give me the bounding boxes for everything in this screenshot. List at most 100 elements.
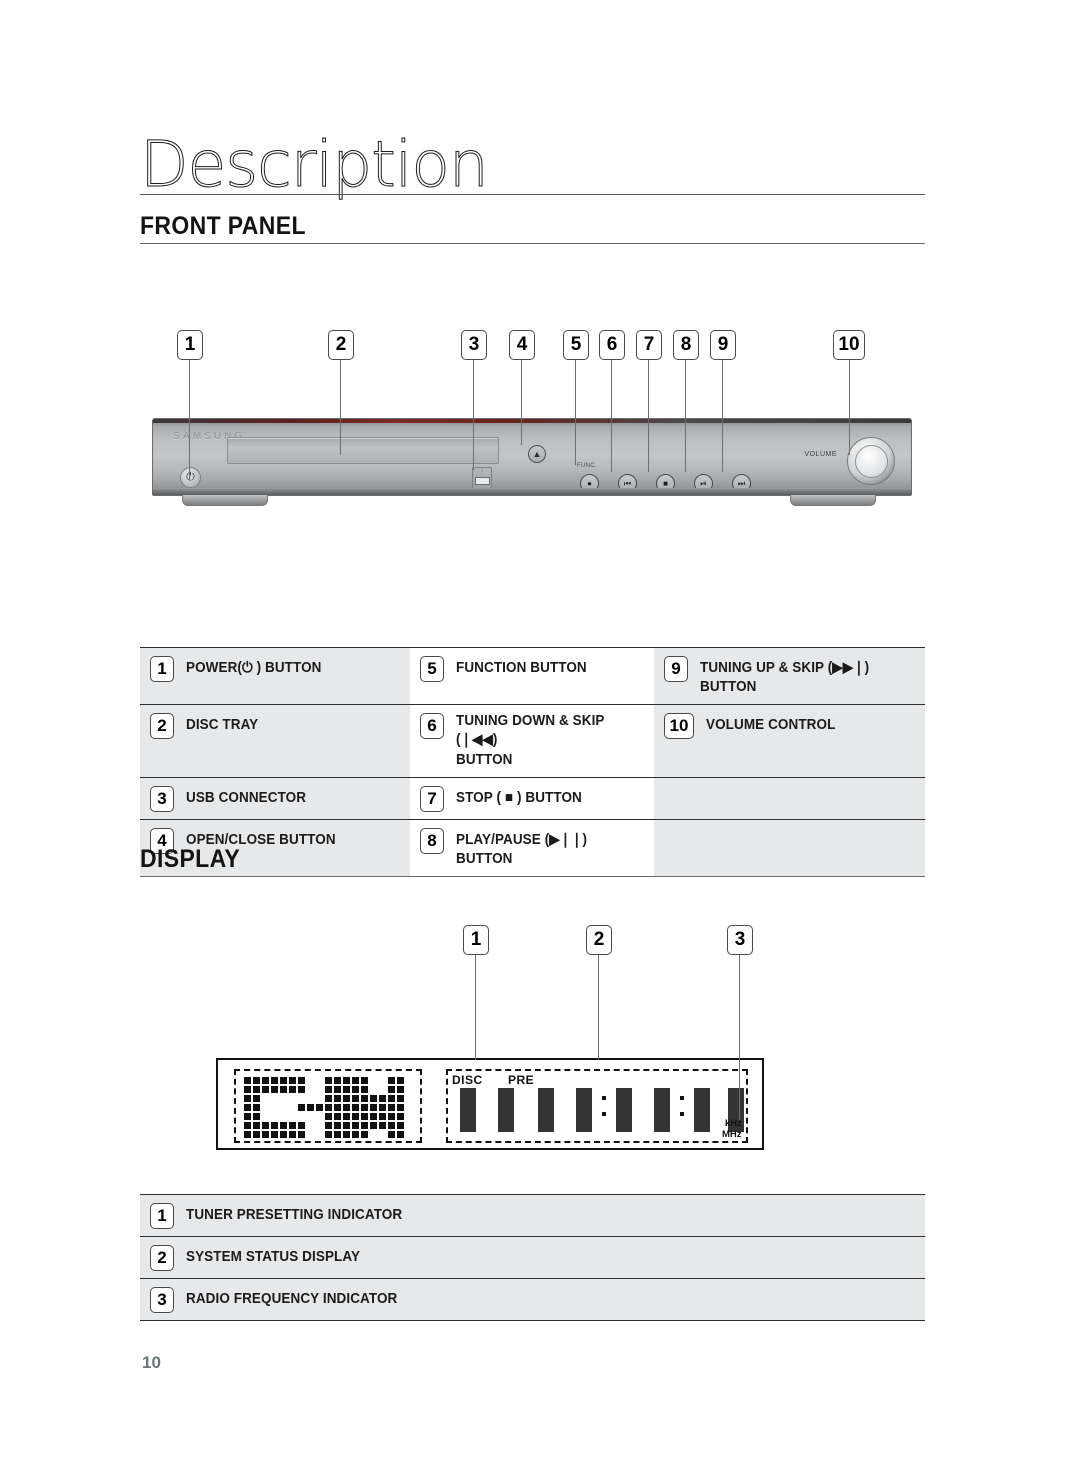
legend-cell-6: 6 TUNING DOWN & SKIP (❘◀◀) BUTTON	[410, 705, 654, 777]
matrix-pixel	[280, 1086, 287, 1093]
display-leader-2	[598, 955, 600, 1060]
device-bottom-edge	[153, 488, 911, 495]
matrix-pixel	[379, 1086, 386, 1093]
table-row: 2 SYSTEM STATUS DISPLAY	[140, 1237, 925, 1279]
display-callout-3: 3	[727, 925, 753, 955]
matrix-pixel	[415, 1122, 422, 1129]
matrix-pixel	[325, 1086, 332, 1093]
matrix-pixel	[316, 1113, 323, 1120]
leader-line-5	[575, 360, 577, 465]
matrix-pixel	[361, 1104, 368, 1111]
display-legend-cell-2: 2 SYSTEM STATUS DISPLAY	[140, 1237, 925, 1278]
matrix-pixel	[316, 1086, 323, 1093]
matrix-pixel	[352, 1113, 359, 1120]
matrix-pixel	[262, 1122, 269, 1129]
matrix-pixel	[370, 1131, 377, 1138]
matrix-pixel	[406, 1095, 413, 1102]
matrix-pixel	[361, 1077, 368, 1084]
matrix-pixel	[406, 1104, 413, 1111]
legend-cell-1: 1 POWER(⏻ ) BUTTON	[140, 648, 410, 705]
eject-icon[interactable]: ▲	[528, 445, 546, 463]
matrix-pixel	[406, 1113, 413, 1120]
matrix-pixel	[289, 1086, 296, 1093]
matrix-pixel	[334, 1113, 341, 1120]
legend-number: 2	[150, 713, 174, 740]
matrix-pixel	[334, 1131, 341, 1138]
matrix-pixel	[388, 1095, 395, 1102]
display-callout-2: 2	[586, 925, 612, 955]
matrix-pixel	[388, 1104, 395, 1111]
table-row: 4 OPEN/CLOSE BUTTON 8 PLAY/PAUSE (▶❘❘) B…	[140, 819, 925, 876]
matrix-pixel	[307, 1086, 314, 1093]
diagram-callout-3: 3	[461, 330, 487, 360]
matrix-pixel	[244, 1122, 251, 1129]
legend-number: 2	[150, 1245, 174, 1271]
matrix-pixel	[379, 1104, 386, 1111]
diagram-callout-10: 10	[833, 330, 865, 360]
leader-line-3	[473, 360, 475, 470]
legend-number: 7	[420, 785, 444, 812]
matrix-pixel	[397, 1095, 404, 1102]
matrix-pixel	[244, 1131, 251, 1138]
legend-label: DISC TRAY	[186, 717, 259, 734]
matrix-pixel	[298, 1122, 305, 1129]
matrix-pixel	[397, 1122, 404, 1129]
matrix-pixel	[316, 1077, 323, 1084]
legend-label: SYSTEM STATUS DISPLAY	[186, 1249, 361, 1265]
matrix-pixel	[325, 1122, 332, 1129]
matrix-pixel	[361, 1086, 368, 1093]
matrix-pixel	[316, 1122, 323, 1129]
matrix-pixel	[244, 1104, 251, 1111]
matrix-pixel	[271, 1077, 278, 1084]
matrix-pixel	[262, 1086, 269, 1093]
matrix-pixel	[415, 1077, 422, 1084]
vfd-digit	[492, 1082, 520, 1138]
matrix-pixel	[397, 1104, 404, 1111]
vfd-colon	[680, 1096, 684, 1100]
legend-label: STOP ( ■ ) BUTTON	[456, 789, 582, 806]
vfd-colon	[602, 1096, 606, 1100]
matrix-pixel	[397, 1131, 404, 1138]
matrix-pixel	[253, 1086, 260, 1093]
matrix-pixel	[388, 1113, 395, 1120]
matrix-pixel	[397, 1077, 404, 1084]
section-heading-front-panel: FRONT PANEL	[140, 212, 306, 240]
matrix-pixel	[262, 1077, 269, 1084]
matrix-pixel	[298, 1131, 305, 1138]
display-leader-3	[739, 955, 741, 1120]
legend-label: PLAY/PAUSE (▶❘❘) BUTTON	[456, 831, 588, 867]
legend-number: 1	[150, 656, 174, 682]
vfd-digit	[532, 1082, 560, 1138]
section-divider-front-panel	[140, 243, 925, 244]
matrix-pixel	[343, 1086, 350, 1093]
power-icon[interactable]: ⏻	[180, 467, 201, 488]
matrix-pixel	[289, 1122, 296, 1129]
matrix-pixel	[307, 1131, 314, 1138]
matrix-pixel	[361, 1095, 368, 1102]
matrix-pixel	[397, 1113, 404, 1120]
vfd-digit	[688, 1082, 716, 1138]
matrix-pixel	[298, 1104, 305, 1111]
usb-icon[interactable]: ⋮	[472, 467, 492, 489]
display-leader-1	[475, 955, 477, 1060]
matrix-pixel	[388, 1077, 395, 1084]
matrix-pixel	[289, 1104, 296, 1111]
vfd-digit	[722, 1082, 750, 1138]
matrix-pixel	[388, 1122, 395, 1129]
matrix-pixel	[343, 1077, 350, 1084]
matrix-pixel	[307, 1122, 314, 1129]
leader-line-1	[189, 360, 191, 480]
matrix-pixel	[370, 1113, 377, 1120]
diagram-callout-9: 9	[710, 330, 736, 360]
legend-number: 9	[664, 656, 688, 682]
usb-glyph: ⋮	[478, 469, 486, 476]
diagram-callout-4: 4	[509, 330, 535, 360]
volume-knob[interactable]	[847, 437, 895, 485]
legend-number: 8	[420, 827, 444, 854]
matrix-pixel	[271, 1113, 278, 1120]
matrix-pixel	[370, 1095, 377, 1102]
matrix-pixel	[262, 1104, 269, 1111]
vfd-display-illustration: DISC PRE kHz MHz	[216, 1058, 764, 1150]
page-number: 10	[142, 1353, 161, 1372]
matrix-pixel	[244, 1077, 251, 1084]
